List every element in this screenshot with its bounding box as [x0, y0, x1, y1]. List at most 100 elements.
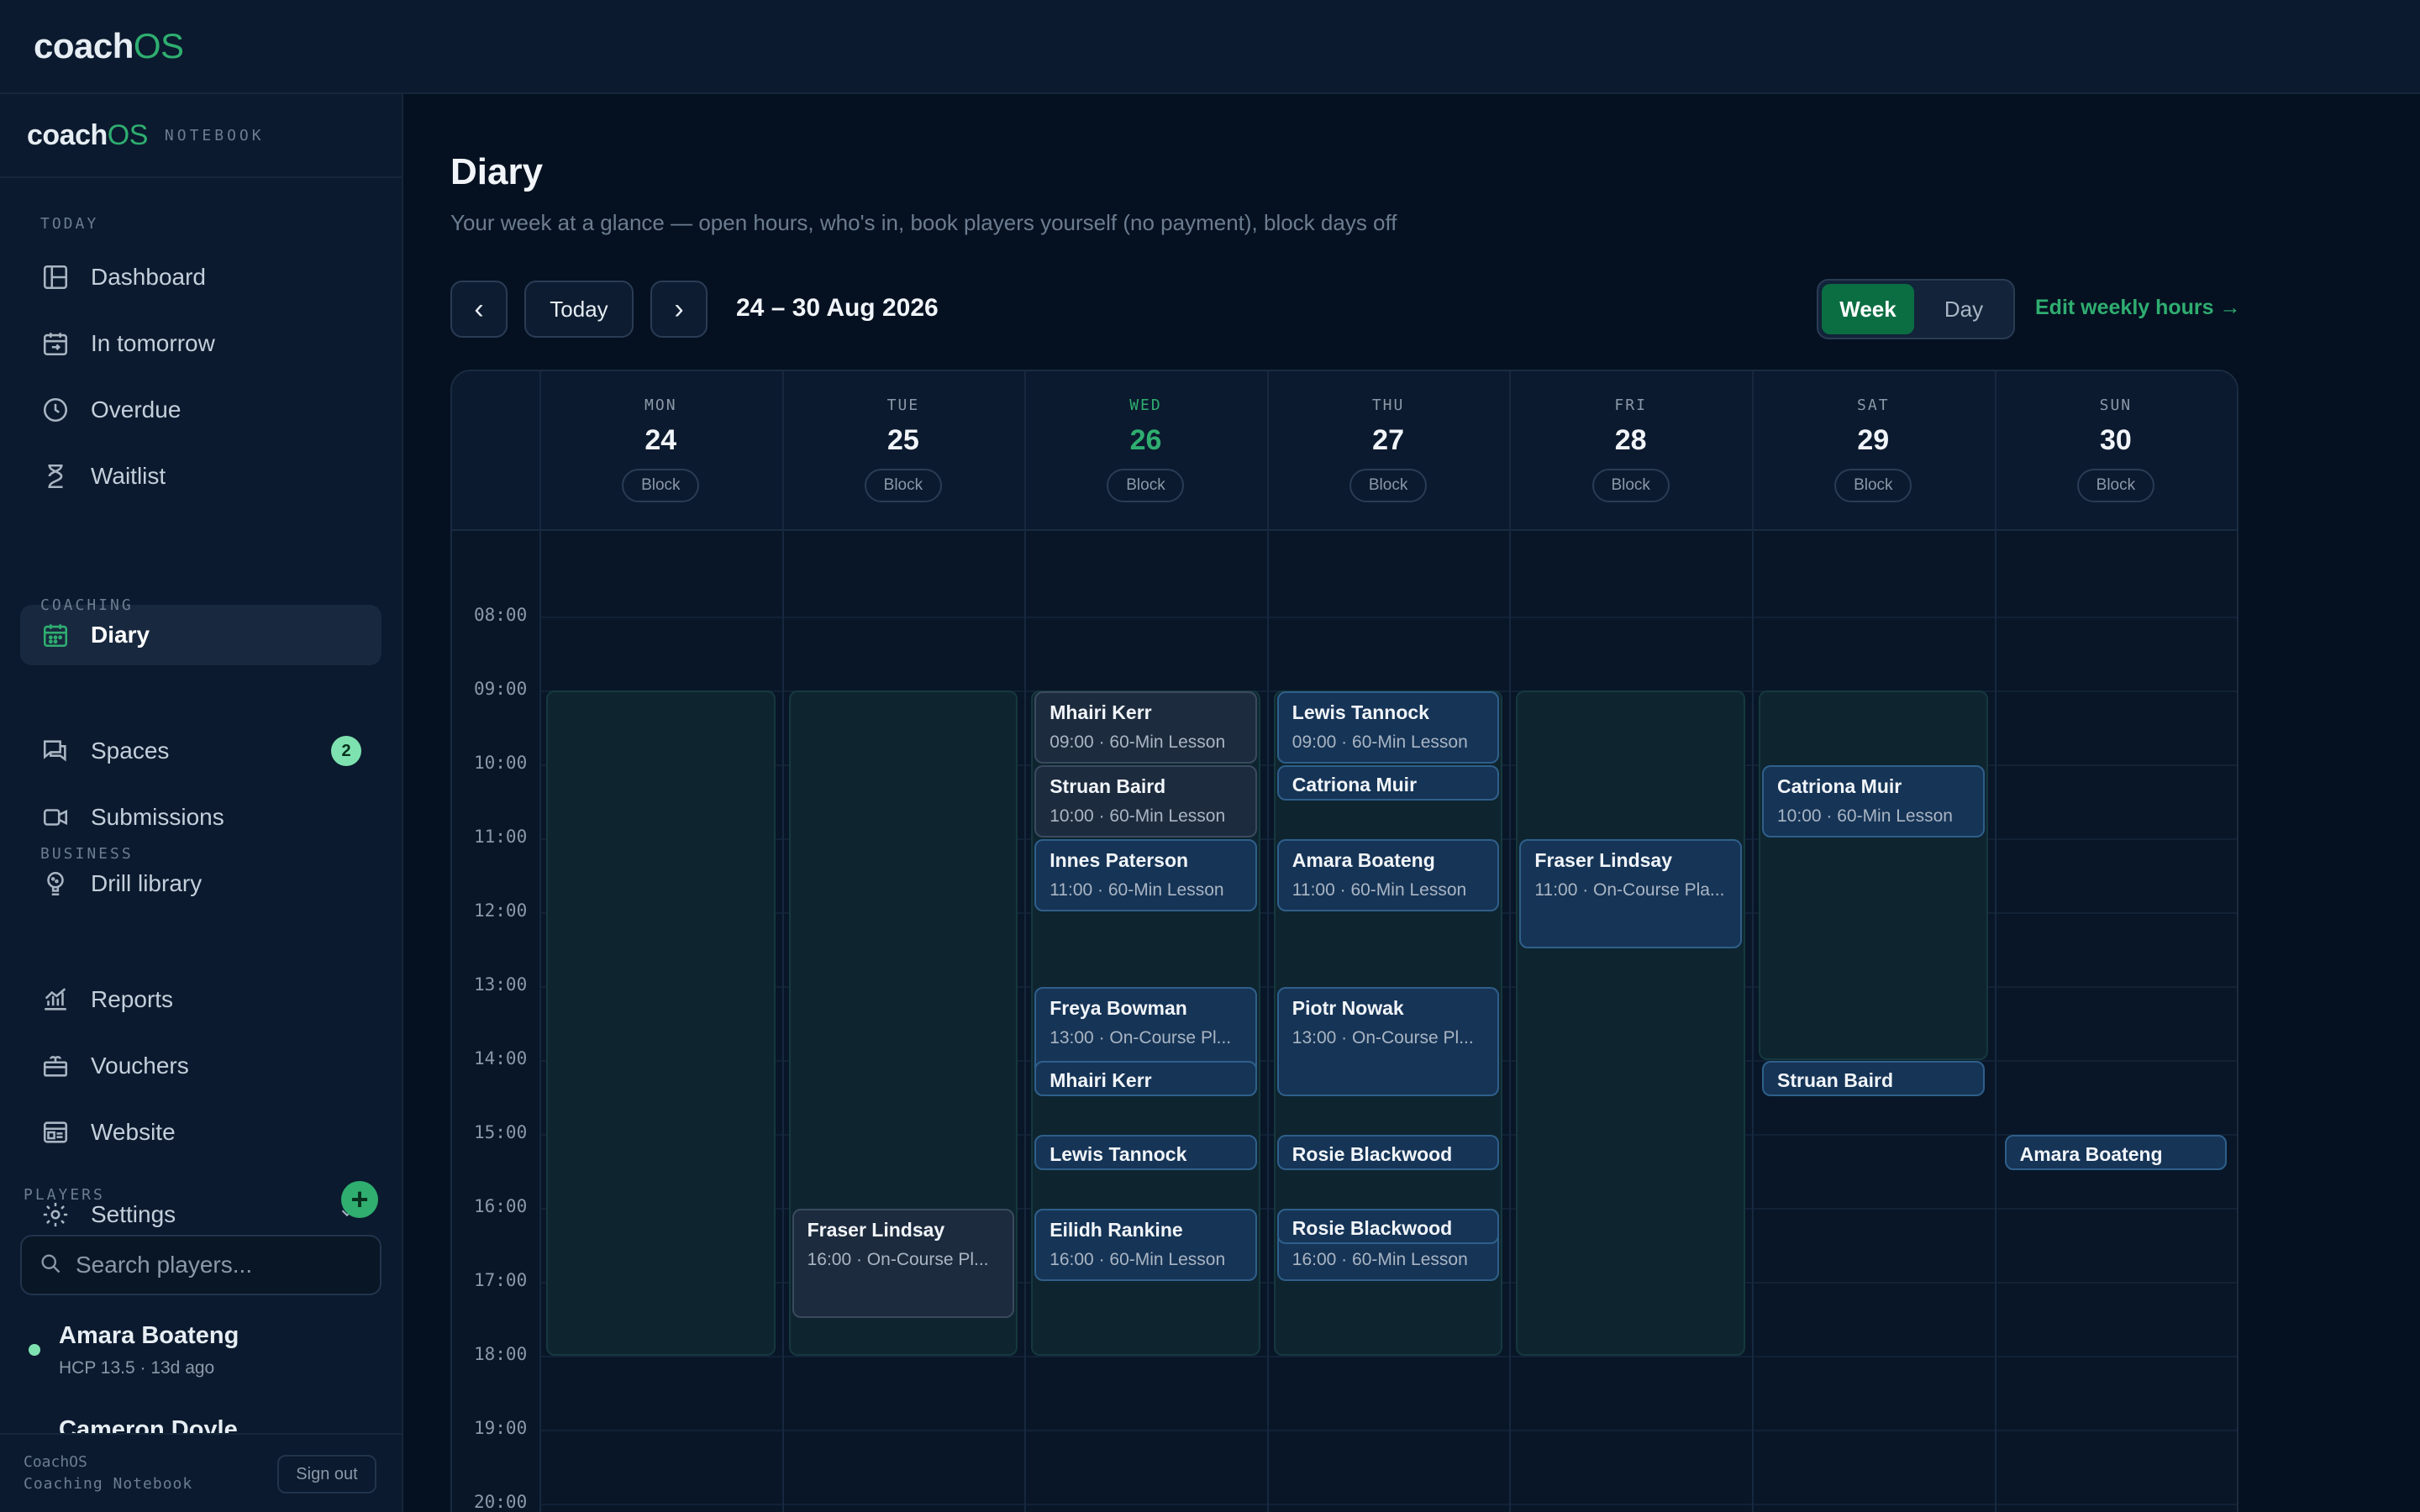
next-week-button[interactable]: ›	[650, 281, 708, 338]
booking-player-name: Amara Boateng	[2019, 1143, 2163, 1165]
booking-event[interactable]: Fraser Lindsay 16:00 · On-Course Pl...	[792, 1209, 1015, 1318]
booking-event[interactable]: Innes Paterson 11:00 · 60-Min Lesson	[1034, 839, 1257, 911]
booking-event[interactable]: Catriona Muir 10:00 · 60-Min Lesson	[1762, 765, 1985, 837]
brand-tag: NOTEBOOK	[164, 126, 265, 144]
booking-event[interactable]: Fraser Lindsay 11:00 · On-Course Pla...	[1519, 839, 1742, 948]
hourglass-icon	[40, 461, 71, 491]
hour-label: 13:00	[474, 974, 528, 995]
player-meta: HCP 13.5 · 13d ago	[59, 1358, 215, 1378]
sidebar-item-submissions[interactable]: Submissions	[20, 787, 381, 848]
booking-player-name: Lewis Tannock	[1292, 701, 1429, 723]
booking-detail: 13:00 · On-Course Pl...	[1292, 1028, 1474, 1047]
open-hours-block[interactable]	[546, 690, 776, 1356]
player-list-item[interactable]: Amara Boateng HCP 13.5 · 13d ago	[59, 1322, 239, 1378]
sidebar-item-label: Reports	[91, 986, 174, 1012]
booking-detail: 09:00 · 60-Min Lesson	[1050, 732, 1226, 752]
sidebar-item-dashboard[interactable]: Dashboard	[20, 247, 381, 307]
today-button[interactable]: Today	[524, 281, 634, 338]
booking-event[interactable]: Amara Boateng	[2004, 1135, 2228, 1170]
footer-app-name: CoachOS	[24, 1453, 87, 1471]
page-title: Diary	[450, 151, 544, 192]
edit-weekly-hours-link[interactable]: Edit weekly hours →	[2035, 296, 2241, 320]
booking-detail: 13:00 · On-Course Pl...	[1050, 1028, 1232, 1047]
block-day-button[interactable]: Block	[1834, 469, 1912, 502]
booking-detail: 16:00 · 60-Min Lesson	[1050, 1250, 1226, 1269]
booking-detail: 10:00 · 60-Min Lesson	[1777, 806, 1953, 826]
ticket-icon	[40, 1051, 71, 1081]
sidebar-item-label: Spaces	[91, 738, 170, 764]
booking-event[interactable]: Rosie Blackwood	[1276, 1209, 1500, 1244]
booking-player-name: Rosie Blackwood	[1292, 1217, 1453, 1239]
block-day-button[interactable]: Block	[1107, 469, 1185, 502]
day-number: 25	[886, 424, 919, 456]
booking-player-name: Freya Bowman	[1050, 997, 1187, 1019]
sidebar-item-waitlist[interactable]: Waitlist	[20, 446, 381, 507]
booking-event[interactable]: Struan Baird	[1762, 1061, 1985, 1096]
chat-icon	[40, 736, 71, 766]
booking-event[interactable]: Rosie Blackwood	[1276, 1135, 1500, 1170]
view-day-button[interactable]: Day	[1918, 284, 2010, 334]
hour-gridline	[539, 1430, 2237, 1431]
booking-player-name: Struan Baird	[1050, 775, 1166, 797]
booking-event[interactable]: Piotr Nowak 13:00 · On-Course Pl...	[1276, 987, 1500, 1096]
booking-player-name: Mhairi Kerr	[1050, 1069, 1152, 1091]
sidebar-item-reports[interactable]: Reports	[20, 969, 381, 1030]
footer-tagline: Coaching Notebook	[24, 1475, 193, 1493]
booking-player-name: Catriona Muir	[1292, 774, 1418, 795]
booking-event[interactable]: Amara Boateng 11:00 · 60-Min Lesson	[1276, 839, 1500, 911]
day-column-divider	[1024, 371, 1027, 1512]
day-header-sun: SUN 30 Block	[1995, 371, 2237, 531]
booking-event[interactable]: Mhairi Kerr 09:00 · 60-Min Lesson	[1034, 691, 1257, 764]
search-input[interactable]	[76, 1252, 361, 1278]
gear-icon	[40, 1200, 71, 1230]
app-logo[interactable]: coachOS	[34, 26, 184, 66]
booking-event[interactable]: Lewis Tannock	[1034, 1135, 1257, 1170]
booking-player-name: Catriona Muir	[1777, 775, 1902, 797]
chart-icon	[40, 984, 71, 1015]
sidebar-item-spaces[interactable]: Spaces 2	[20, 721, 381, 781]
booking-player-name: Struan Baird	[1777, 1069, 1894, 1091]
sidebar-item-in-tomorrow[interactable]: In tomorrow	[20, 313, 381, 374]
sidebar-logo[interactable]: coachOS	[27, 119, 148, 152]
booking-detail: 16:00 · On-Course Pl...	[807, 1250, 989, 1269]
block-day-button[interactable]: Block	[2076, 469, 2154, 502]
clock-icon	[40, 395, 71, 425]
booking-event[interactable]: Lewis Tannock 09:00 · 60-Min Lesson	[1276, 691, 1500, 764]
view-week-button[interactable]: Week	[1822, 284, 1914, 334]
booking-detail: 11:00 · On-Course Pla...	[1534, 880, 1725, 900]
sidebar-item-vouchers[interactable]: Vouchers	[20, 1036, 381, 1096]
booking-player-name: Innes Paterson	[1050, 849, 1189, 871]
booking-player-name: Fraser Lindsay	[807, 1219, 945, 1241]
hour-gridline	[539, 1504, 2237, 1505]
day-of-week: SUN	[2099, 396, 2133, 414]
day-column-divider	[1994, 371, 1996, 1512]
day-number: 24	[644, 424, 677, 456]
week-calendar: 08:00 09:00 10:00 11:00 12:00 13:00 14:00 15:00…	[450, 370, 2238, 1512]
hour-label: 09:00	[474, 679, 528, 699]
sidebar-item-overdue[interactable]: Overdue	[20, 380, 381, 440]
block-day-button[interactable]: Block	[864, 469, 942, 502]
booking-event[interactable]: Eilidh Rankine 16:00 · 60-Min Lesson	[1034, 1209, 1257, 1281]
hour-label: 10:00	[474, 753, 528, 773]
hour-gridline	[539, 1356, 2237, 1357]
booking-event[interactable]: Catriona Muir	[1276, 765, 1500, 801]
block-day-button[interactable]: Block	[1591, 469, 1670, 502]
sidebar-item-label: Dashboard	[91, 264, 206, 290]
sidebar-item-website[interactable]: Website	[20, 1102, 381, 1163]
player-search[interactable]	[20, 1235, 381, 1295]
section-business: BUSINESS	[40, 845, 134, 863]
booking-detail: 11:00 · 60-Min Lesson	[1050, 880, 1224, 900]
day-of-week: THU	[1371, 396, 1405, 414]
open-hours-block[interactable]	[1516, 690, 1745, 1356]
prev-week-button[interactable]: ‹	[450, 281, 508, 338]
booking-event[interactable]: Mhairi Kerr	[1034, 1061, 1257, 1096]
sign-out-button[interactable]: Sign out	[277, 1455, 376, 1494]
add-player-button[interactable]: +	[341, 1181, 378, 1218]
day-column-divider	[539, 371, 541, 1512]
booking-event[interactable]: Struan Baird 10:00 · 60-Min Lesson	[1034, 765, 1257, 837]
block-day-button[interactable]: Block	[622, 469, 700, 502]
block-day-button[interactable]: Block	[1349, 469, 1428, 502]
open-hours-block[interactable]	[1759, 690, 1988, 1060]
hour-label: 20:00	[474, 1492, 528, 1512]
day-column-divider	[1752, 371, 1754, 1512]
